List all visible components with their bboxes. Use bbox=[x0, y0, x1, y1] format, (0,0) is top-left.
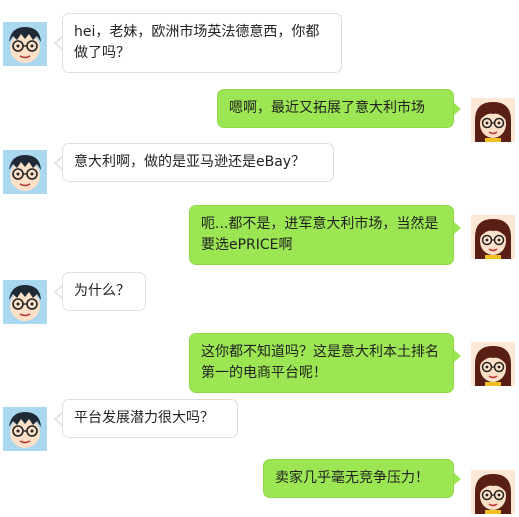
bubble-tail bbox=[453, 102, 461, 116]
girl-avatar-icon[interactable] bbox=[471, 98, 515, 142]
boy-avatar-icon[interactable] bbox=[3, 280, 47, 324]
girl-avatar-icon[interactable] bbox=[471, 470, 515, 514]
chat-message-outgoing: 这你都不知道吗？这是意大利本土排名第一的电商平台呢！ bbox=[189, 333, 454, 393]
chat-message-incoming: 为什么？ bbox=[62, 272, 146, 311]
bubble-tail bbox=[453, 472, 461, 486]
boy-avatar-icon[interactable] bbox=[3, 22, 47, 66]
chat-message-outgoing: 嗯啊，最近又拓展了意大利市场 bbox=[217, 89, 454, 128]
chat-message-incoming: hei，老妹，欧洲市场英法德意西，你都做了吗？ bbox=[62, 13, 342, 73]
boy-avatar-icon[interactable] bbox=[3, 407, 47, 451]
chat-message-outgoing: 卖家几乎毫无竞争压力！ bbox=[263, 459, 454, 498]
chat-message-incoming: 意大利啊，做的是亚马逊还是eBay？ bbox=[62, 143, 334, 182]
chat-message-outgoing: 呃...都不是，进军意大利市场，当然是要选ePRICE啊 bbox=[189, 205, 454, 265]
chat-message-incoming: 平台发展潜力很大吗？ bbox=[62, 399, 238, 438]
girl-avatar-icon[interactable] bbox=[471, 342, 515, 386]
bubble-tail bbox=[453, 349, 461, 363]
girl-avatar-icon[interactable] bbox=[471, 215, 515, 259]
boy-avatar-icon[interactable] bbox=[3, 150, 47, 194]
bubble-tail bbox=[453, 221, 461, 235]
